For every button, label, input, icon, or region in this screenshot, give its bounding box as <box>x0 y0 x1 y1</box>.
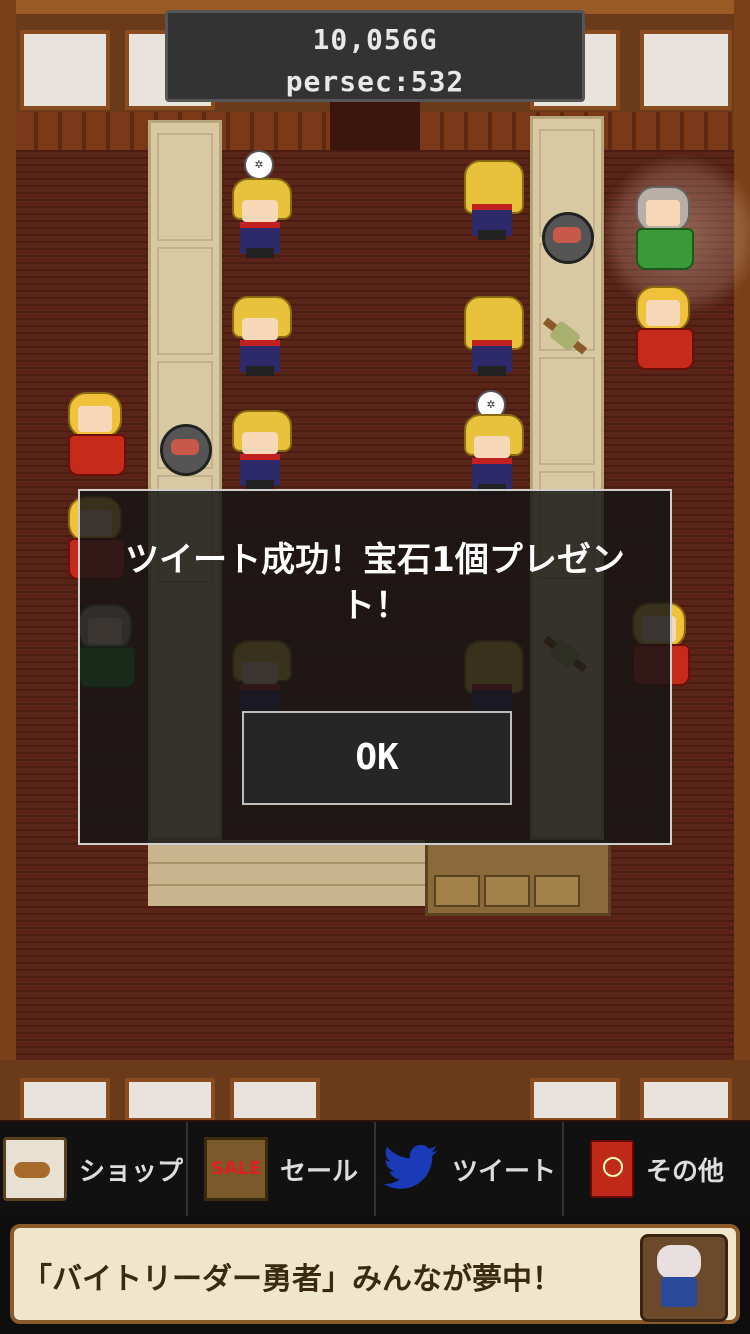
sushi-plate-icon <box>542 212 594 264</box>
hero-avatar-icon <box>640 1234 728 1322</box>
hero-character[interactable] <box>228 410 292 490</box>
nav-shop[interactable]: ショップ <box>0 1122 188 1216</box>
thought-bubble-icon: ✲ <box>244 150 274 180</box>
shop-icon <box>2 1137 67 1201</box>
bottom-nav: ショップ SALE セール ツイート その他 <box>0 1122 750 1216</box>
staff-character[interactable] <box>628 186 698 270</box>
sushi-plate-icon <box>160 424 212 476</box>
window <box>640 1078 732 1120</box>
ad-banner-text: 「バイトリーダー勇者」みんなが夢中！ <box>22 1262 562 1297</box>
nav-other[interactable]: その他 <box>564 1122 750 1216</box>
dialog-message: ツイート成功！宝石1個プレゼント！ <box>125 540 625 626</box>
hero-character[interactable] <box>460 160 524 240</box>
counter-tile <box>157 247 213 355</box>
book-icon <box>589 1140 634 1198</box>
hero-character[interactable] <box>228 178 292 258</box>
staff-character[interactable] <box>628 286 698 370</box>
nav-tweet-label: ツイート <box>451 1156 556 1187</box>
kitchen-counter <box>425 840 611 916</box>
ok-button[interactable]: OK <box>242 711 512 805</box>
gold-counter: 10,056G <box>312 23 438 56</box>
counter-tile <box>539 357 595 465</box>
counter-tile <box>157 133 213 241</box>
nav-tweet[interactable]: ツイート <box>376 1122 564 1216</box>
hero-character[interactable] <box>460 296 524 376</box>
bench <box>148 840 428 906</box>
nav-shop-label: ショップ <box>78 1156 183 1187</box>
currency-hud: 10,056G persec:532 <box>165 10 585 102</box>
staff-character[interactable] <box>60 392 130 476</box>
left-wall <box>0 0 16 1120</box>
window <box>125 1078 215 1120</box>
hero-character[interactable] <box>228 296 292 376</box>
twitter-bird-icon <box>382 1140 440 1198</box>
gold-per-second: persec:532 <box>285 65 465 98</box>
window <box>640 30 732 110</box>
window <box>530 1078 620 1120</box>
tweet-success-dialog: ツイート成功！宝石1個プレゼント！ OK <box>78 489 672 845</box>
sale-sign-icon: SALE <box>203 1137 268 1201</box>
nav-other-label: その他 <box>645 1156 724 1187</box>
window <box>20 1078 110 1120</box>
window <box>230 1078 320 1120</box>
nav-sale-label: セール <box>279 1156 358 1187</box>
window <box>20 30 110 110</box>
ad-banner: 「バイトリーダー勇者」みんなが夢中！ <box>0 1216 750 1334</box>
front-wall <box>0 1060 750 1120</box>
ad-banner-link[interactable]: 「バイトリーダー勇者」みんなが夢中！ <box>10 1224 740 1324</box>
nav-sale[interactable]: SALE セール <box>188 1122 376 1216</box>
hero-character[interactable] <box>460 414 524 494</box>
